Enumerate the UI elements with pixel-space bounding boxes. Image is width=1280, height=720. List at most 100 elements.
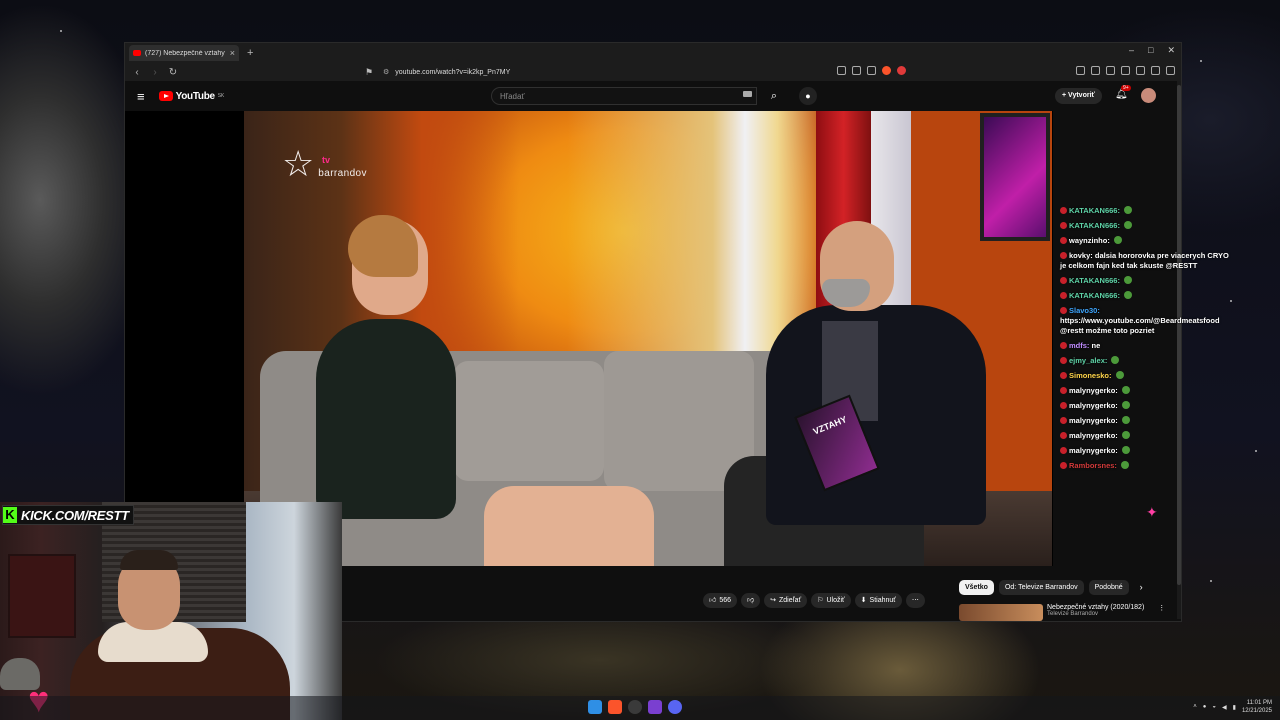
save-button[interactable]: ⚐ Uložiť — [811, 593, 851, 608]
recommended-title[interactable]: Nebezpečné vztahy (2020/182) — [1047, 604, 1144, 611]
recommended-thumbnail[interactable] — [959, 604, 1043, 621]
clock[interactable]: 11:01 PM 12/21/2025 — [1242, 699, 1272, 715]
menu-icon[interactable] — [1166, 66, 1175, 75]
create-button[interactable]: + Vytvoriť — [1055, 88, 1102, 104]
keyboard-icon[interactable] — [743, 91, 752, 97]
sidebar-icon[interactable] — [1121, 66, 1130, 75]
brave-rewards-icon[interactable] — [897, 66, 906, 75]
tray-chevron-icon[interactable]: ˄ — [1193, 704, 1197, 710]
chat-emote-icon — [1121, 386, 1130, 394]
dislike-button[interactable]: 👎︎ — [741, 593, 761, 608]
extension-icon[interactable] — [1091, 66, 1100, 75]
wallet-icon[interactable] — [1136, 66, 1145, 75]
chat-message: ejmy_alex: — [1060, 356, 1230, 366]
chip-all[interactable]: Všetko — [959, 580, 994, 595]
extension-icons — [1076, 66, 1175, 75]
share-button[interactable]: ↪ Zdieľať — [764, 593, 808, 608]
search-icon[interactable]: ⌕ — [761, 87, 787, 105]
search-input[interactable]: Hľadať — [491, 87, 757, 105]
translate-icon[interactable] — [852, 66, 861, 75]
guest-legs — [484, 486, 654, 566]
chat-message: malynygerko: — [1060, 431, 1230, 441]
chat-badge-icon — [1060, 402, 1067, 409]
kick-url: KICK.COM/RESTT — [21, 507, 129, 523]
obs-icon[interactable] — [628, 700, 642, 714]
action-buttons: 👍︎ 566 👎︎ ↪ Zdieľať ⚐ Uložiť ⬇ Stiahnuť … — [703, 593, 925, 608]
microphone-tray-icon[interactable]: ● — [1203, 704, 1207, 710]
microphone-icon[interactable]: ● — [799, 87, 817, 105]
chat-message: KATAKAN666: — [1060, 206, 1230, 216]
close-window-icon[interactable]: ✕ — [1167, 45, 1175, 56]
windows-start-icon[interactable] — [588, 700, 602, 714]
chat-badge-icon — [1060, 252, 1067, 259]
brave-shields-icon[interactable] — [882, 66, 891, 75]
chips-next-icon[interactable]: › — [1140, 580, 1143, 595]
site-info-icon[interactable]: ⚙ — [383, 68, 389, 76]
url-text: youtube.com/watch?v=ik2kp_Pn7MY — [395, 68, 511, 76]
kick-star-icon: ✦ — [1146, 504, 1158, 520]
screen-icon[interactable] — [837, 66, 846, 75]
youtube-favicon-icon — [133, 50, 141, 56]
bookmark-icon[interactable]: ⚑ — [365, 67, 373, 78]
hamburger-menu-icon[interactable]: ≡ — [137, 89, 145, 104]
chip-similar[interactable]: Podobné — [1088, 580, 1129, 595]
chat-message: Ramborsnes: — [1060, 461, 1230, 471]
app-icon[interactable] — [648, 700, 662, 714]
system-tray: ˄ ● ◒ ◀ ▮ 11:01 PM 12/21/2025 — [1193, 699, 1272, 715]
save-label: Uložiť — [826, 597, 845, 604]
maximize-icon[interactable]: □ — [1148, 45, 1153, 56]
extension-icon[interactable] — [1076, 66, 1085, 75]
chat-message: KATAKAN666: — [1060, 291, 1230, 301]
window-controls: – □ ✕ — [1129, 45, 1175, 56]
recommended-more-icon[interactable]: ⋮ — [1158, 604, 1165, 621]
chat-emote-icon — [1121, 446, 1130, 454]
more-actions-button[interactable]: ⋯ — [905, 593, 925, 608]
chat-badge-icon — [1060, 372, 1067, 379]
guest-hair — [348, 215, 418, 277]
chat-username: malynygerko: — [1069, 401, 1118, 410]
youtube-logo[interactable]: YouTube SK — [158, 90, 224, 102]
share-icon[interactable] — [867, 66, 876, 75]
back-icon[interactable]: ‹ — [131, 67, 143, 78]
download-button[interactable]: ⬇ Stiahnuť — [854, 593, 902, 608]
forward-icon[interactable]: › — [149, 67, 161, 78]
wall-picture — [8, 554, 76, 638]
tab-bar: (727) Nebezpečné vztahy (20 × + – □ ✕ — [125, 43, 1181, 63]
new-tab-button[interactable]: + — [247, 47, 253, 59]
filter-chips: Všetko Od: Televize Barrandov Podobné › — [959, 580, 1143, 595]
vpn-icon[interactable] — [1151, 66, 1160, 75]
barrandov-watermark: ☆ tv barrandov — [282, 143, 367, 184]
discord-icon[interactable] — [668, 700, 682, 714]
chat-emote-icon — [1124, 206, 1133, 214]
music-icon[interactable] — [1106, 66, 1115, 75]
chip-channel[interactable]: Od: Televize Barrandov — [998, 580, 1084, 595]
minimize-icon[interactable]: – — [1129, 45, 1134, 56]
chat-message: Simonesko: — [1060, 371, 1230, 381]
chat-badge-icon — [1060, 462, 1067, 469]
youtube-header: ≡ YouTube SK Hľadať ⌕ ● + Vytvoriť 🔔︎ 9+ — [125, 81, 1181, 111]
network-icon[interactable]: ◒ — [1212, 704, 1216, 710]
sofa-cushion — [454, 361, 604, 481]
create-label: Vytvoriť — [1068, 92, 1095, 99]
close-tab-icon[interactable]: × — [230, 48, 235, 58]
guest-body — [316, 319, 456, 519]
chat-badge-icon — [1060, 277, 1067, 284]
clock-time: 11:01 PM — [1246, 700, 1272, 706]
clock-date: 12/21/2025 — [1241, 708, 1272, 714]
chat-emote-icon — [1121, 416, 1130, 424]
browser-tab[interactable]: (727) Nebezpečné vztahy (20 × — [129, 45, 239, 61]
chat-message: malynygerko: — [1060, 386, 1230, 396]
chat-emote-icon — [1115, 371, 1124, 379]
youtube-logo-text: YouTube — [175, 90, 216, 102]
reload-icon[interactable]: ↻ — [167, 67, 179, 78]
star — [60, 30, 62, 32]
like-button[interactable]: 👍︎ 566 — [703, 593, 738, 608]
volume-icon[interactable]: ◀ — [1222, 704, 1227, 711]
url-field[interactable]: ⚙ youtube.com/watch?v=ik2kp_Pn7MY — [383, 65, 833, 79]
recommended-video[interactable]: Nebezpečné vztahy (2020/182) Televize Ba… — [959, 604, 1165, 621]
video-player[interactable]: VZTAHY ☆ tv barrandov ⚙ ▭ ⤢ — [125, 111, 1145, 617]
account-avatar[interactable] — [1141, 88, 1156, 103]
barrandov-star-icon: ☆ — [282, 143, 315, 184]
battery-icon[interactable]: ▮ — [1233, 704, 1236, 711]
brave-browser-icon[interactable] — [608, 700, 622, 714]
